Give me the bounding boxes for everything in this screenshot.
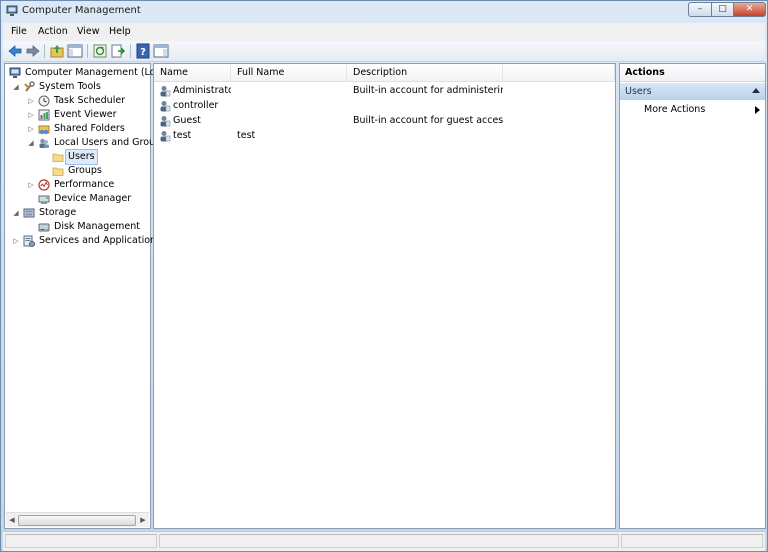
status-cell — [159, 534, 619, 548]
tree-item-label: Device Manager — [54, 193, 132, 204]
cell-full-name: test — [237, 130, 256, 141]
tree-item-label: Disk Management — [54, 221, 141, 232]
cell-name: Guest — [173, 115, 201, 126]
collapse-arrow-icon[interactable]: ◢ — [27, 136, 35, 150]
disk-icon — [38, 223, 50, 232]
computer-icon — [9, 67, 21, 78]
clock-icon — [38, 95, 50, 107]
actions-group-users[interactable]: Users — [620, 83, 765, 100]
column-header-name[interactable]: Name — [154, 64, 231, 82]
users-groups-icon — [39, 138, 49, 148]
console-tree[interactable]: Computer Management (Local ◢ System Tools ▷… — [4, 63, 169, 529]
status-bar — [3, 531, 765, 551]
collapse-arrow-icon[interactable]: ◢ — [12, 206, 20, 220]
cell-name: Administrator — [173, 85, 231, 96]
show-hide-tree-icon[interactable] — [67, 43, 83, 59]
column-header-full-name[interactable]: Full Name — [231, 64, 347, 82]
actions-header: Actions — [620, 64, 765, 82]
folder-icon — [52, 153, 64, 162]
export-list-icon[interactable] — [110, 43, 126, 59]
maximize-button[interactable]: □ — [711, 2, 734, 17]
cell-name: controller — [173, 100, 219, 111]
column-header-description[interactable]: Description — [347, 64, 503, 82]
expand-arrow-icon[interactable]: ▷ — [27, 108, 35, 122]
menu-file[interactable]: File — [11, 26, 27, 37]
cell-name: test — [173, 130, 192, 141]
tree-item-label: Event Viewer — [54, 109, 117, 120]
help-icon[interactable]: ? — [135, 43, 151, 59]
scroll-thumb[interactable] — [18, 515, 136, 526]
scroll-right-icon[interactable]: ▶ — [138, 515, 148, 525]
toolbar-separator — [44, 44, 45, 58]
collapse-up-icon[interactable] — [752, 88, 760, 93]
shared-folder-icon — [38, 125, 50, 135]
window-title: Computer Management — [22, 5, 141, 16]
user-account-icon — [160, 131, 171, 142]
user-account-icon — [160, 86, 171, 97]
title-bar[interactable]: Computer Management – □ ✕ — [1, 1, 767, 22]
tree-item-label: Storage — [39, 207, 77, 218]
svg-text:?: ? — [140, 47, 146, 58]
tree-item-label: System Tools — [39, 81, 101, 92]
tree-item-label: Performance — [54, 179, 115, 190]
user-account-icon — [160, 101, 171, 112]
up-folder-icon[interactable] — [49, 43, 65, 59]
event-viewer-icon — [38, 109, 50, 121]
tree-item-label: Users — [65, 149, 98, 165]
cell-description: Built-in account for guest access t... — [353, 115, 503, 126]
folder-icon — [52, 167, 64, 176]
menu-action[interactable]: Action — [38, 26, 68, 37]
tree-item-label: Local Users and Groups — [54, 137, 167, 148]
computer-management-icon — [6, 5, 18, 16]
services-icon — [23, 235, 35, 247]
expand-arrow-icon[interactable]: ▷ — [27, 122, 35, 136]
table-row[interactable]: Guest Built-in account for guest access t… — [154, 114, 614, 128]
tree-item-label: Services and Applications — [39, 235, 162, 246]
toolbar: ? — [3, 41, 765, 62]
tree-item-label: Task Scheduler — [54, 95, 126, 106]
table-row[interactable]: Administrator Built-in account for admini… — [154, 84, 614, 98]
toolbar-separator — [87, 44, 88, 58]
show-hide-action-pane-icon[interactable] — [153, 43, 169, 59]
menu-help[interactable]: Help — [109, 26, 131, 37]
tree-horizontal-scrollbar[interactable]: ◀ ▶ — [6, 512, 149, 527]
user-account-icon — [160, 116, 171, 127]
submenu-arrow-icon — [755, 106, 760, 114]
collapse-arrow-icon[interactable]: ◢ — [12, 80, 20, 94]
storage-icon — [23, 208, 35, 218]
forward-arrow-icon[interactable] — [25, 43, 41, 59]
expand-arrow-icon[interactable]: ▷ — [27, 178, 35, 192]
actions-group-label: Users — [625, 86, 652, 97]
minimize-button[interactable]: – — [688, 2, 712, 17]
tree-item-label: Groups — [68, 165, 102, 176]
refresh-icon[interactable] — [92, 43, 108, 59]
tree-item-label: Shared Folders — [54, 123, 125, 134]
scroll-left-icon[interactable]: ◀ — [7, 515, 17, 525]
menu-bar: File Action View Help — [3, 23, 765, 42]
cell-description: Built-in account for administering... — [353, 85, 503, 96]
tree-item-label: Computer Management (Local — [25, 67, 170, 78]
users-list: Name Full Name Description Administrator… — [153, 63, 616, 529]
toolbar-separator — [130, 44, 131, 58]
actions-pane: Actions Users More Actions — [619, 63, 766, 529]
table-row[interactable]: controller — [154, 99, 614, 113]
expand-arrow-icon[interactable]: ▷ — [27, 94, 35, 108]
menu-view[interactable]: View — [77, 26, 100, 37]
status-cell — [5, 534, 157, 548]
more-actions-item[interactable]: More Actions — [644, 104, 705, 115]
column-header-filler — [503, 64, 615, 82]
close-button[interactable]: ✕ — [733, 2, 766, 17]
status-cell — [621, 534, 763, 548]
computer-management-window: Computer Management – □ ✕ File Action Vi… — [0, 0, 768, 552]
tools-icon — [24, 81, 35, 92]
expand-arrow-icon[interactable]: ▷ — [12, 234, 20, 248]
performance-icon — [38, 179, 50, 191]
back-arrow-icon[interactable] — [7, 43, 23, 59]
table-row[interactable]: test test — [154, 129, 614, 143]
device-manager-icon — [38, 195, 50, 204]
